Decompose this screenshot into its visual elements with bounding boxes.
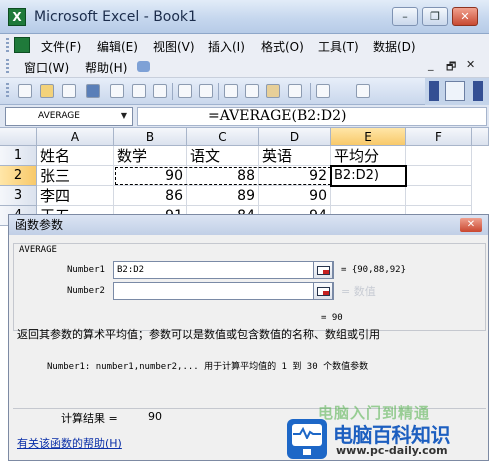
toolbar-separator	[310, 83, 311, 100]
menubar-grip[interactable]	[6, 38, 9, 54]
formula-input[interactable]: =AVERAGE(B2:D2)	[137, 107, 487, 126]
row-header-3[interactable]: 3	[0, 186, 37, 206]
workbook-close-button[interactable]: ✕	[466, 58, 475, 71]
permission-icon[interactable]	[62, 84, 76, 98]
heartbeat-icon	[293, 427, 321, 439]
standard-toolbar	[0, 78, 489, 105]
number1-label: Number1	[67, 265, 105, 275]
menu-view[interactable]: 视图(V)	[153, 38, 195, 55]
toolbar-separator	[172, 83, 173, 100]
number2-input[interactable]	[113, 282, 334, 300]
menu-tools[interactable]: 工具(T)	[318, 38, 359, 55]
collapse-dialog-icon[interactable]	[313, 261, 333, 279]
dialog-title[interactable]: 函数参数	[9, 215, 488, 235]
row-header-1[interactable]: 1	[0, 146, 37, 166]
cell-f2[interactable]	[406, 166, 472, 186]
menu-file[interactable]: 文件(F)	[41, 38, 81, 55]
copy-icon[interactable]	[245, 84, 259, 98]
formula-result-preview: = 90	[321, 313, 343, 323]
email-icon[interactable]	[110, 84, 124, 98]
cell-d1[interactable]: 英语	[259, 146, 331, 166]
copy-marquee	[115, 167, 331, 185]
row-header-2[interactable]: 2	[0, 166, 37, 186]
restore-button[interactable]: ❐	[422, 7, 448, 26]
undo-icon[interactable]	[316, 84, 330, 98]
argument-help-text: Number1: number1,number2,... 用于计算平均值的 1 …	[47, 362, 369, 372]
window-title-bar: X Microsoft Excel - Book1 – ❐ ✕	[0, 0, 489, 34]
dialog-close-button[interactable]: ✕	[460, 218, 482, 232]
toolbar-overflow-area	[425, 78, 489, 105]
function-description: 返回其参数的算术平均值；参数可以是数值或包含数值的名称、数组或引用	[17, 328, 380, 341]
select-all-corner[interactable]	[0, 128, 37, 146]
menu-edit[interactable]: 编辑(E)	[97, 38, 138, 55]
cell-b3[interactable]: 86	[114, 186, 187, 206]
format-painter-icon[interactable]	[288, 84, 302, 98]
cell-a3[interactable]: 李四	[37, 186, 114, 206]
column-header-g[interactable]	[472, 128, 489, 146]
function-help-link[interactable]: 有关该函数的帮助(H)	[17, 435, 122, 451]
workbook-icon[interactable]	[14, 37, 30, 53]
name-box[interactable]: AVERAGE	[5, 107, 133, 126]
workbook-minimize-button[interactable]: _	[428, 58, 434, 71]
research-icon[interactable]	[199, 84, 213, 98]
menu-window[interactable]: 窗口(W)	[24, 59, 69, 76]
print-preview-icon[interactable]	[153, 84, 167, 98]
menu-bar: 文件(F) 编辑(E) 视图(V) 插入(I) 格式(O) 工具(T) 数据(D…	[0, 34, 489, 78]
result-value: 90	[148, 410, 162, 423]
ask-question-icon[interactable]	[137, 61, 150, 72]
result-label: 计算结果 =	[61, 412, 118, 425]
menu-insert[interactable]: 插入(I)	[208, 38, 245, 55]
new-icon[interactable]	[18, 84, 32, 98]
cell-c3[interactable]: 89	[187, 186, 259, 206]
watermark-url: www.pc-daily.com	[336, 444, 448, 457]
active-cell-border	[330, 165, 407, 187]
column-header-d[interactable]: D	[259, 128, 331, 146]
number1-result: = {90,88,92}	[341, 265, 407, 275]
column-header-a[interactable]: A	[37, 128, 114, 146]
menu-help[interactable]: 帮助(H)	[85, 59, 127, 76]
open-icon[interactable]	[40, 84, 54, 98]
cell-e3[interactable]	[331, 186, 406, 206]
cut-icon[interactable]	[224, 84, 238, 98]
collapse-dialog-icon[interactable]	[313, 282, 333, 300]
cell-f3[interactable]	[406, 186, 472, 206]
column-header-c[interactable]: C	[187, 128, 259, 146]
workbook-restore-button[interactable]: 🗗	[446, 58, 456, 77]
number2-result: = 数值	[341, 285, 376, 298]
window-title: Microsoft Excel - Book1	[34, 9, 197, 25]
toolbar-grip[interactable]	[6, 83, 9, 99]
close-button[interactable]: ✕	[452, 7, 478, 26]
toolbar-options-dropdown-2[interactable]	[473, 81, 483, 101]
redo-icon[interactable]	[356, 84, 370, 98]
cell-e1[interactable]: 平均分	[331, 146, 406, 166]
column-header-b[interactable]: B	[114, 128, 187, 146]
cell-d3[interactable]: 90	[259, 186, 331, 206]
minimize-button[interactable]: –	[392, 7, 418, 26]
print-icon[interactable]	[132, 84, 146, 98]
number1-input[interactable]: B2:D2	[113, 261, 334, 279]
menu-format[interactable]: 格式(O)	[261, 38, 304, 55]
menu-data[interactable]: 数据(D)	[373, 38, 416, 55]
column-header-e[interactable]: E	[331, 128, 406, 146]
toolbar-options-dropdown[interactable]	[429, 81, 439, 101]
cell-a1[interactable]: 姓名	[37, 146, 114, 166]
cell-b1[interactable]: 数学	[114, 146, 187, 166]
watermark-monitor-logo	[287, 419, 327, 459]
excel-app-icon: X	[8, 8, 26, 26]
cell-a2[interactable]: 张三	[37, 166, 114, 186]
number2-label: Number2	[67, 286, 105, 296]
menubar-grip-2[interactable]	[6, 59, 9, 75]
column-header-f[interactable]: F	[406, 128, 472, 146]
function-name-label: AVERAGE	[19, 245, 57, 255]
toolbar-separator	[218, 83, 219, 100]
save-icon[interactable]	[86, 84, 100, 98]
cell-c1[interactable]: 语文	[187, 146, 259, 166]
align-icon[interactable]	[445, 81, 465, 101]
spelling-icon[interactable]	[178, 84, 192, 98]
chevron-down-icon[interactable]: ▼	[117, 108, 131, 124]
paste-icon[interactable]	[266, 84, 280, 98]
cell-f1[interactable]	[406, 146, 472, 166]
formula-bar: AVERAGE ▼ =AVERAGE(B2:D2)	[0, 105, 489, 128]
